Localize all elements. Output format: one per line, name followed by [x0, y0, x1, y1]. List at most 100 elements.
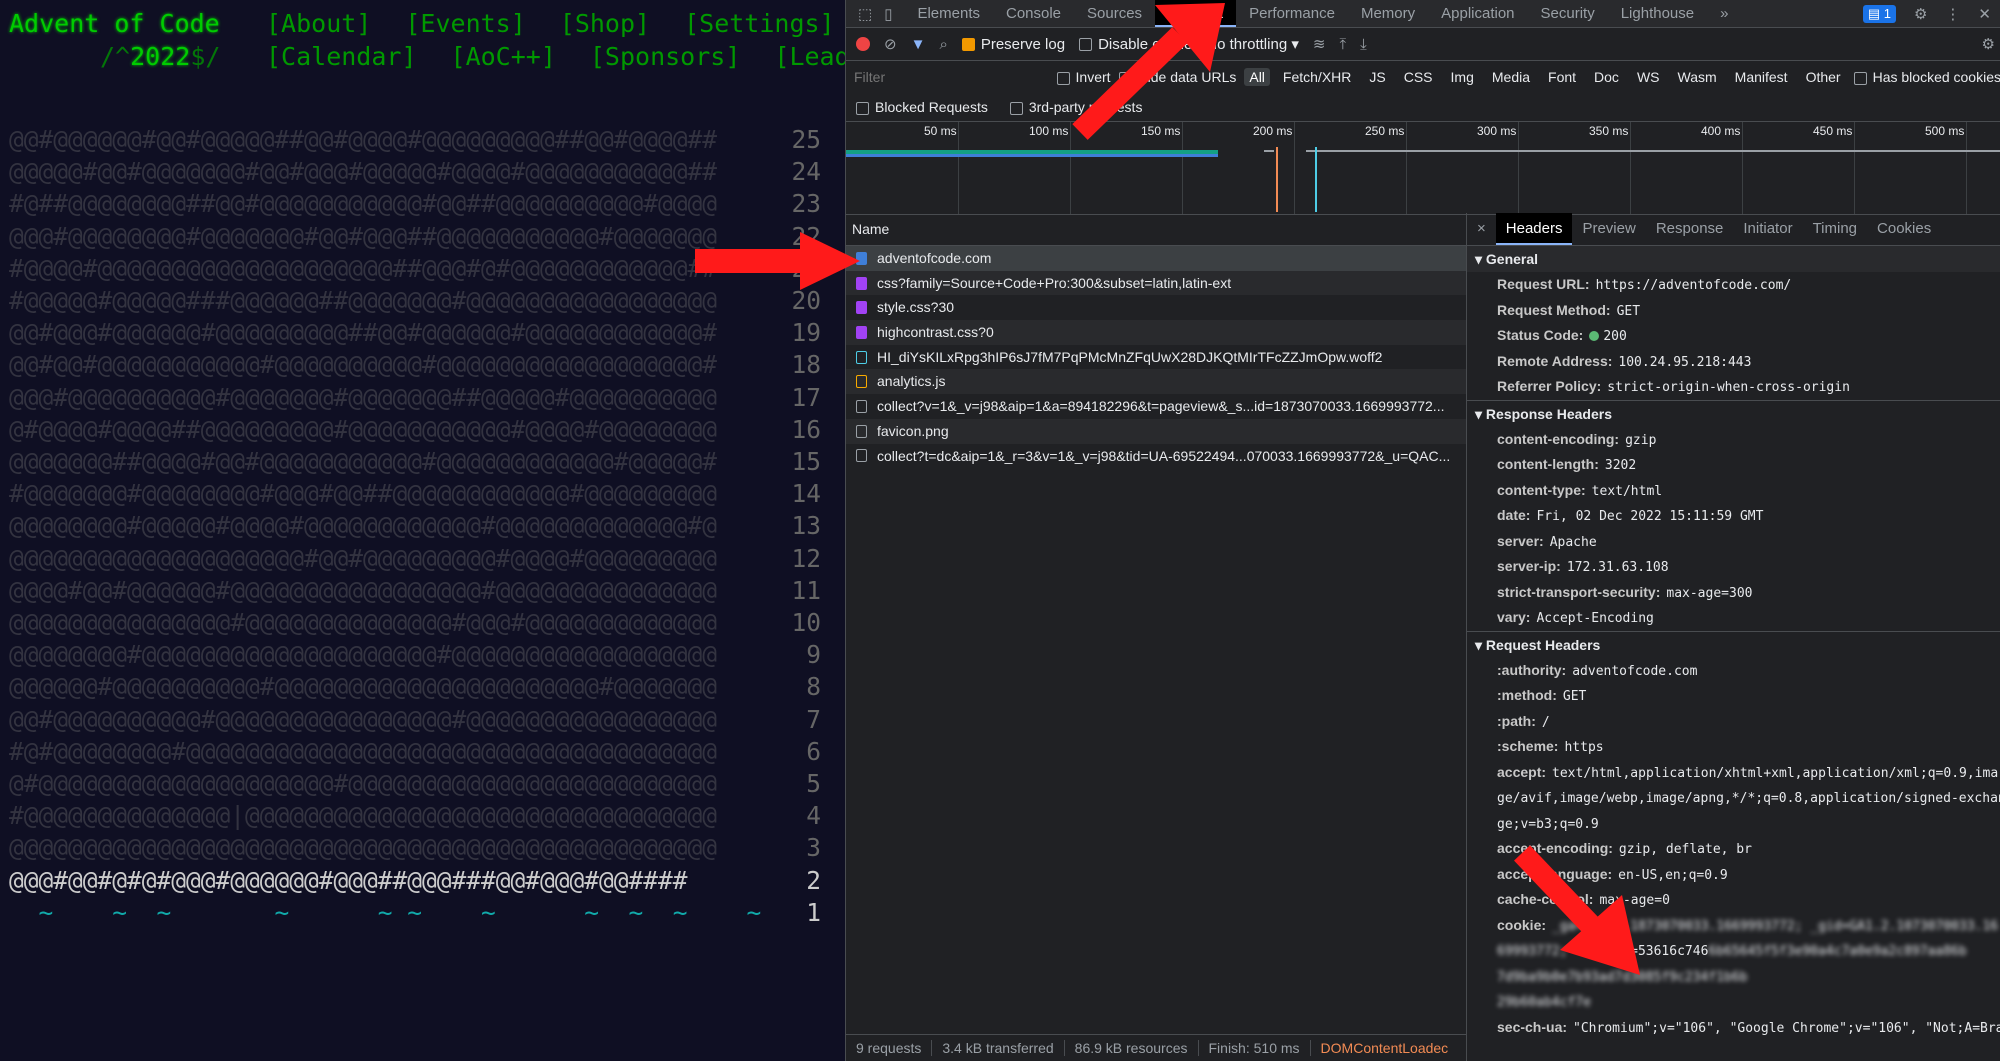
clear-icon[interactable]: ⊘ [884, 35, 897, 53]
import-har-icon[interactable]: ⤒ [1339, 36, 1346, 53]
filter-icon[interactable]: ▼ [911, 36, 926, 53]
tab-lighthouse[interactable]: Lighthouse [1608, 0, 1707, 27]
nav-leaderboard-link[interactable]: [Lead [774, 42, 845, 71]
calendar-art: @@@@#@@#@@@@@@#@@@@@@@@@@@@@@@@@#@@@@@@@… [9, 575, 718, 605]
nav-calendar-link[interactable]: [Calendar] [266, 42, 417, 71]
has-blocked-cookies-checkbox[interactable]: Has blocked cookies [1853, 69, 2000, 85]
section-general[interactable]: ▾ General [1467, 246, 2000, 272]
column-name-header[interactable]: Name [846, 213, 1466, 246]
section-request-headers[interactable]: ▾ Request Headers [1467, 630, 2000, 658]
timeline-gridline [958, 122, 959, 214]
calendar-art: @@@@@@@@@@@@@@@@@@@@@@@@@@@@@@@@@@@@@@@@… [9, 833, 718, 863]
request-row[interactable]: adventofcode.com [846, 246, 1466, 271]
resources-size: 86.9 kB resources [1065, 1040, 1199, 1056]
checkbox-icon [1009, 101, 1023, 115]
more-options-icon[interactable]: ⋮ [1945, 5, 1960, 23]
calendar-art: @@@#@@#@#@#@@@#@@@@@@#@@@##@@@###@@#@@@#… [9, 865, 688, 895]
tab-response[interactable]: Response [1646, 213, 1734, 245]
close-icon[interactable]: ✕ [1978, 5, 1991, 23]
type-filter-js[interactable]: JS [1364, 68, 1390, 86]
tab-cookies[interactable]: Cookies [1867, 213, 1941, 245]
request-row[interactable]: favicon.png [846, 418, 1466, 444]
device-toolbar-icon[interactable]: ▯ [884, 5, 892, 23]
request-row[interactable]: highcontrast.css?0 [846, 320, 1466, 345]
type-filter-all[interactable]: All [1244, 68, 1270, 86]
calendar-art: @@@@@@@@#@@@@@#@@@@#@@@@@@@@@@@@#@@@@@@@… [9, 511, 718, 541]
tab-memory[interactable]: Memory [1348, 0, 1428, 27]
calendar-art: @@@@@@@@@@@@@@@@@@@@#@@#@@@@@@@@@#@@@@#@… [9, 543, 718, 573]
tab-security[interactable]: Security [1528, 0, 1608, 27]
type-filter-media[interactable]: Media [1487, 68, 1535, 86]
aoc-year[interactable]: /^2022$/ [100, 42, 220, 71]
calendar-day-row[interactable]: @@@#@@#@#@#@@@#@@@@@@#@@@##@@@###@@#@@@#… [9, 865, 821, 897]
request-row[interactable]: collect?v=1&_v=j98&aip=1&a=894182296&t=p… [846, 394, 1466, 419]
aoc-title[interactable]: Advent of Code [9, 9, 220, 38]
nav-shop-link[interactable]: [Shop] [560, 9, 650, 38]
nav-events-link[interactable]: [Events] [405, 9, 525, 38]
issues-icon: ▤ [1867, 5, 1884, 21]
nav-settings-link[interactable]: [Settings] [684, 9, 835, 38]
settings-gear-icon[interactable]: ⚙ [1914, 5, 1927, 23]
tab-preview[interactable]: Preview [1572, 213, 1645, 245]
type-filter-doc[interactable]: Doc [1589, 68, 1624, 86]
request-row[interactable]: analytics.js [846, 369, 1466, 395]
issues-badge[interactable]: ▤ 1 [1862, 4, 1896, 23]
timeline-tick: 50 ms [924, 124, 957, 138]
tab-elements[interactable]: Elements [904, 0, 993, 27]
calendar-day-number: 16 [791, 414, 821, 444]
timeline-gridline [1966, 122, 1967, 214]
request-row[interactable]: css?family=Source+Code+Pro:300&subset=la… [846, 270, 1466, 296]
header-row: ge;v=b3;q=0.9 [1467, 811, 2000, 837]
type-filter-css[interactable]: CSS [1399, 68, 1438, 86]
type-filter-img[interactable]: Img [1446, 68, 1479, 86]
nav-sponsors-link[interactable]: [Sponsors] [590, 42, 741, 71]
blocked-requests-checkbox[interactable]: Blocked Requests [856, 99, 988, 115]
calendar-day-number: 19 [791, 318, 821, 348]
calendar-day-row: @#@@@@@@@@@@@@@@@@@@@@#@@@@@@@@@@@@@@@@@… [9, 768, 821, 800]
more-tabs-button[interactable]: » [1707, 0, 1741, 27]
tab-headers[interactable]: Headers [1495, 213, 1573, 245]
calendar-day-row: @@#@@@@@@#@@#@@@@@##@@#@@@@#@@@@@@@@@##@… [9, 124, 821, 156]
filter-input[interactable] [852, 68, 1049, 86]
section-response-headers[interactable]: ▾ Response Headers [1467, 399, 2000, 427]
tab-performance[interactable]: Performance [1236, 0, 1348, 27]
export-har-icon[interactable]: ⤓ [1360, 36, 1367, 53]
preserve-log-checkbox[interactable]: Preserve log [961, 36, 1065, 53]
type-filter-fetch[interactable]: Fetch/XHR [1278, 68, 1356, 86]
record-icon[interactable] [856, 37, 870, 51]
nav-aocpp-link[interactable]: [AoC++] [451, 42, 556, 71]
search-icon[interactable]: ⌕ [939, 36, 947, 53]
network-overview-timeline[interactable]: 50 ms 100 ms 150 ms 200 ms 250 ms 300 ms… [846, 122, 2000, 215]
request-row[interactable]: HI_diYsKILxRpg3hIP6sJ7fM7PqPMcMnZFqUwX28… [846, 345, 1466, 370]
type-filter-wasm[interactable]: Wasm [1673, 68, 1722, 86]
checkbox-icon [856, 101, 869, 115]
nav-about-link[interactable]: [About] [266, 9, 371, 38]
blurred-cookie-value: 6b65645f5f3e90a4c7a0e9a2c897aa86b [1708, 944, 1967, 959]
tab-timing[interactable]: Timing [1803, 213, 1867, 245]
calendar-day-row: #@##@@@@@@@@##@@#@@@@@@@@@@@#@@##@@@@@@@… [9, 188, 821, 220]
tab-initiator[interactable]: Initiator [1733, 213, 1802, 245]
type-filter-other[interactable]: Other [1801, 68, 1846, 86]
type-filter-ws[interactable]: WS [1632, 68, 1665, 86]
calendar-day-row[interactable]: ~ ~ ~ ~ ~ ~ ~ ~ ~ ~ ~ 1 [9, 897, 822, 929]
inspect-element-icon[interactable]: ⬚ [858, 5, 872, 23]
type-filter-manifest[interactable]: Manifest [1730, 68, 1793, 86]
type-filter-font[interactable]: Font [1543, 68, 1581, 86]
filter-bar: Invert Hide data URLs All Fetch/XHR JS C… [846, 61, 2000, 93]
header-key: content-type: [1497, 481, 1586, 498]
year-value: 2022 [130, 42, 191, 71]
network-conditions-icon[interactable]: ≋ [1313, 35, 1326, 53]
header-value: 200 [1603, 329, 1627, 344]
header-key: server-ip: [1497, 558, 1561, 574]
network-settings-gear-icon[interactable]: ⚙ [1982, 35, 1995, 53]
header-row: content-type: text/html [1467, 478, 2000, 504]
triangle-down-icon: ▾ [1475, 405, 1486, 422]
request-row[interactable]: collect?t=dc&aip=1&_r=3&v=1&_v=j98&tid=U… [846, 444, 1466, 469]
calendar-art: @@@@@#@@#@@@@@@@#@@#@@@#@@@@@#@@@@#@@@@@… [9, 157, 718, 187]
request-row[interactable]: style.css?30 [846, 295, 1466, 320]
dcl-marker [1276, 147, 1278, 212]
status-ok-icon [1589, 331, 1600, 342]
tab-application[interactable]: Application [1428, 0, 1527, 27]
header-value: text/html [1591, 483, 1663, 499]
detail-close-button[interactable]: × [1467, 213, 1496, 245]
